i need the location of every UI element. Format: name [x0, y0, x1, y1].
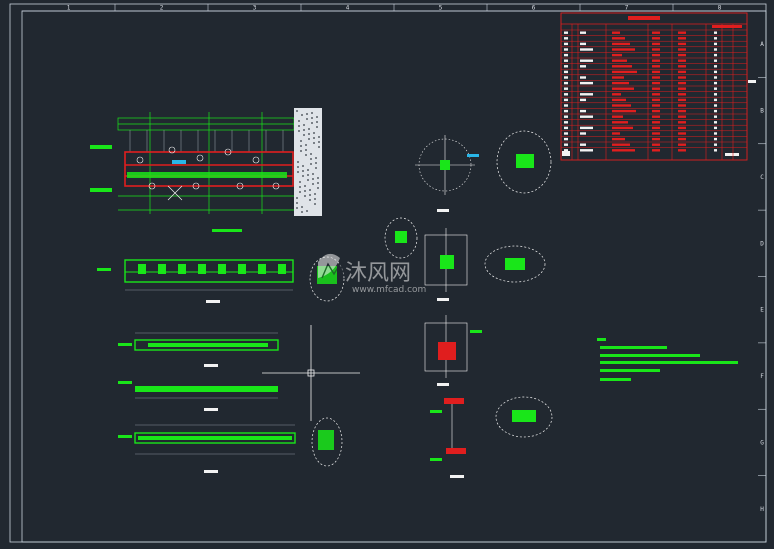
watermark-brand: 沐风网 [345, 261, 411, 286]
section-title-bar [212, 229, 242, 232]
zone-row-label: D [760, 240, 764, 247]
zone-row-label: E [760, 307, 764, 314]
zone-column-label: 3 [253, 5, 257, 12]
node-detail-3 [424, 315, 482, 386]
zone-column-label: 4 [346, 5, 350, 12]
zone-column-label: 6 [532, 5, 536, 12]
watermark: 沐风网 www.mfcad.com [318, 253, 426, 295]
zone-column-label: 7 [625, 5, 629, 12]
watermark-url: www.mfcad.com [352, 285, 426, 295]
beam-plan-3 [118, 381, 278, 411]
zone-row-label: F [760, 373, 764, 380]
main-section-drawing [90, 108, 322, 232]
zone-row-label: C [760, 174, 764, 181]
beam-plan-1 [97, 256, 345, 303]
zone-row-label: B [760, 108, 764, 115]
general-notes [597, 338, 738, 381]
zone-column-label: 2 [160, 5, 164, 12]
beam-plan-4 [118, 417, 343, 473]
zone-row-label: H [760, 506, 764, 513]
cad-drawing-sheet: 1 2 3 4 5 6 7 8 A B C D E F G H 沐风网 www.mfcad.com [0, 0, 774, 549]
zone-column-label: 5 [439, 5, 443, 12]
node-detail-1 [415, 130, 552, 212]
zone-column-label: 1 [67, 5, 71, 12]
zone-row-label: A [760, 41, 764, 48]
parts-table [560, 12, 756, 161]
zone-column-label: 8 [718, 5, 722, 12]
beam-plan-2 [118, 332, 279, 367]
node-detail-4 [430, 396, 553, 478]
table-note-mark [748, 80, 756, 83]
zone-row-label: G [760, 439, 764, 446]
